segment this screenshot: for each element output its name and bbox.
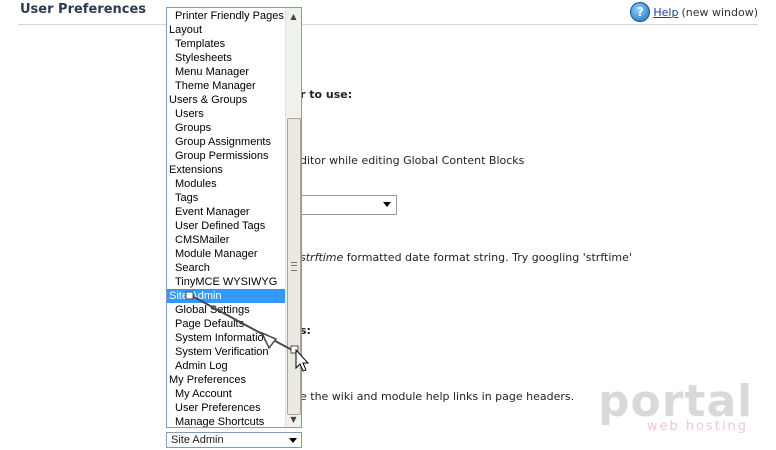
chevron-down-icon [289, 438, 297, 443]
dropdown-option[interactable]: Search [167, 261, 286, 275]
dropdown-option[interactable]: Global Settings [167, 303, 286, 317]
dropdown-option[interactable]: My Preferences [167, 373, 286, 387]
dropdown-option[interactable]: System Information [167, 331, 286, 345]
scroll-thumb[interactable] [287, 118, 301, 415]
scroll-down-icon[interactable]: ▼ [286, 411, 301, 427]
dropdown-option[interactable]: Groups [167, 121, 286, 135]
dropdown-option[interactable]: Layout [167, 23, 286, 37]
dropdown-option[interactable]: My Account [167, 387, 286, 401]
help-suffix: (new window) [681, 5, 758, 19]
chevron-down-icon [383, 202, 391, 207]
strftime-term: strftime [300, 251, 344, 264]
date-format-desc: formatted date format string. Try googli… [343, 251, 632, 264]
dropdown-option[interactable]: Modules [167, 177, 286, 191]
dropdown-option[interactable]: Manage Shortcuts [167, 415, 286, 427]
scroll-up-icon[interactable]: ▲ [286, 8, 301, 24]
grip-icon [291, 262, 297, 271]
help-icon[interactable]: ? [630, 2, 651, 22]
page-title: User Preferences [20, 2, 147, 17]
dropdown-option[interactable]: Admin Log [167, 359, 286, 373]
page-header: User Preferences ? Help (new window) [18, 0, 758, 25]
logo-brand: portal [598, 376, 754, 427]
dropdown-option[interactable]: Printer Friendly Pages [167, 9, 286, 23]
dropdown-option[interactable]: User Preferences [167, 401, 286, 415]
dropdown-option[interactable]: Module Manager [167, 247, 286, 261]
editor-select[interactable] [300, 195, 397, 215]
dropdown-option[interactable]: TinyMCE WYSIWYG [167, 275, 286, 289]
dropdown-option[interactable]: Page Defaults [167, 317, 286, 331]
dropdown-option[interactable]: CMSMailer [167, 233, 286, 247]
dropdown-options: Printer Friendly Pages Layout Templates Sty… [167, 9, 286, 427]
dropdown-option[interactable]: Theme Manager [167, 79, 286, 93]
dropdown-option[interactable]: User Defined Tags [167, 219, 286, 233]
dropdown-option[interactable]: Tags [167, 191, 286, 205]
page-dropdown-list[interactable]: Printer Friendly Pages Layout Templates Sty… [166, 7, 302, 428]
dropdown-option[interactable]: Stylesheets [167, 51, 286, 65]
dropdown-option[interactable]: Menu Manager [167, 65, 286, 79]
dropdown-option[interactable]: Event Manager [167, 205, 286, 219]
dropdown-option[interactable]: Extensions [167, 163, 286, 177]
date-format-text: strftime formatted date format string. T… [300, 251, 632, 264]
wiki-option-text: e the wiki and module help links in page… [300, 390, 575, 403]
watermark-logo: portal web hosting [598, 376, 754, 440]
gcb-option-text: ditor while editing Global Content Block… [300, 154, 525, 167]
dropdown-option[interactable]: Templates [167, 37, 286, 51]
dropdown-option[interactable]: Group Assignments [167, 135, 286, 149]
dropdown-option[interactable]: Users [167, 107, 286, 121]
dropdown-scrollbar[interactable]: ▲ ▼ [285, 8, 301, 427]
dropdown-option[interactable]: Group Permissions [167, 149, 286, 163]
help-area: ? Help (new window) [630, 2, 758, 22]
help-link[interactable]: Help [653, 6, 678, 19]
dropdown-option[interactable]: System Verification [167, 345, 286, 359]
start-page-select[interactable]: Site Admin [166, 432, 302, 448]
select-value: Site Admin [171, 434, 224, 446]
dropdown-option[interactable]: Site Admin [167, 289, 286, 303]
dropdown-option[interactable]: Users & Groups [167, 93, 286, 107]
editor-heading: r to use: [300, 88, 353, 101]
